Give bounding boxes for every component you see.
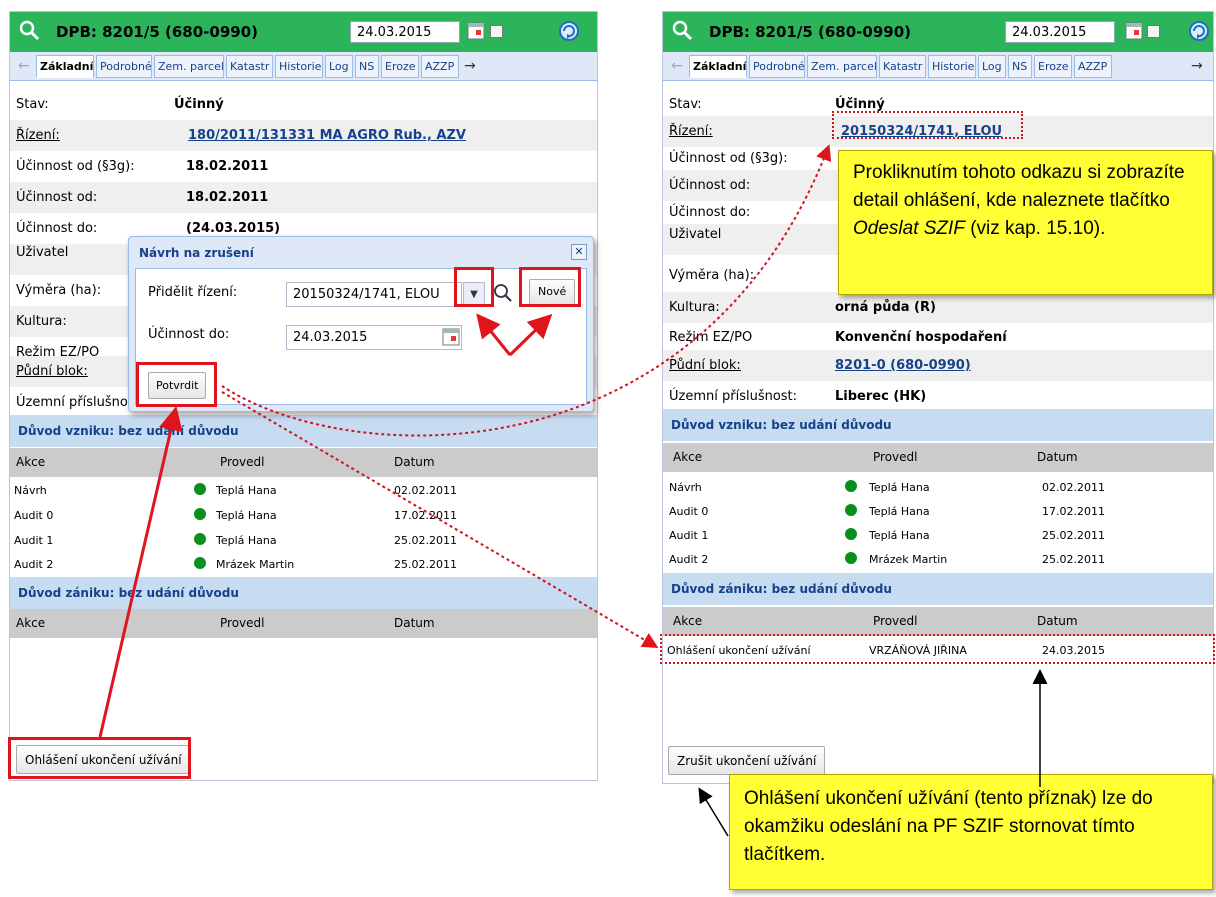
status-dot-icon [194,508,206,520]
tab-bar: ← Základní Podrobné Zem. parcely Katastr… [10,52,597,81]
dialog-title: Návrh na zrušení [139,246,254,260]
tab-podrobne[interactable]: Podrobné [96,55,152,78]
cancel-end-of-use-button[interactable]: Zrušit ukončení užívání [668,746,826,775]
table-header: Akce Provedl Datum [663,443,1213,472]
search-icon[interactable] [671,19,693,41]
close-icon[interactable]: ✕ [571,244,587,260]
calendar-icon[interactable] [467,22,485,40]
table-header: Akce Provedl Datum [10,609,597,638]
date-input[interactable]: 24.03.2015 [1005,21,1115,43]
highlight-dropdown [454,267,494,307]
tab-ns[interactable]: NS [1008,55,1032,78]
tab-azzp[interactable]: AZZP [421,55,459,78]
tab-eroze[interactable]: Eroze [381,55,419,78]
tab-eroze[interactable]: Eroze [1034,55,1072,78]
tab-log[interactable]: Log [978,55,1006,78]
table-row[interactable]: Návrh Teplá Hana 02.02.2011 [663,476,1213,498]
field-uzemni: Územní příslušnost: Liberec (HK) [669,389,927,404]
date-checkbox[interactable] [490,25,503,38]
field-stav: Stav: Účinný [16,97,224,112]
panel-title: DPB: 8201/5 (680-0990) [709,23,911,41]
highlight-zanik-row [660,634,1215,664]
status-dot-icon [845,504,857,516]
table-row[interactable]: Audit 2 Mrázek Martin 25.02.2011 [10,553,597,575]
status-dot-icon [194,533,206,545]
tab-katastr[interactable]: Katastr [879,55,926,78]
highlight-confirm-button [136,362,217,407]
scroll-right-icon[interactable]: → [464,58,476,74]
tab-historie[interactable]: Historie [928,55,976,78]
tab-zakladni[interactable]: Základní [689,55,747,78]
table-row[interactable]: Audit 2 Mrázek Martin 25.02.2011 [663,548,1213,570]
table-header: Akce Provedl Datum [10,448,597,477]
table-header: Akce Provedl Datum [663,607,1213,636]
search-icon[interactable] [18,19,40,41]
calendar-icon[interactable] [442,328,460,346]
callout-note-link: Prokliknutím tohoto odkazu si zobrazíte … [838,150,1213,295]
tab-ns[interactable]: NS [355,55,379,78]
date-checkbox[interactable] [1147,25,1160,38]
tab-zem-parcely[interactable]: Zem. parcely [807,55,877,78]
assign-proceeding-label: Přidělit řízení: [148,285,238,300]
status-dot-icon [845,528,857,540]
search-icon[interactable] [492,282,514,304]
valid-until-label: Účinnost do: [148,327,230,342]
refresh-icon[interactable] [558,20,580,42]
field-kultura: Kultura: orná půda (R) [663,292,1213,323]
field-ucinnost-od: Účinnost od: 18.02.2011 [10,182,597,213]
tab-podrobne[interactable]: Podrobné [749,55,805,78]
section-vznik: Důvod vzniku: bez udání důvodu [10,415,597,447]
status-dot-icon [845,480,857,492]
tab-bar: ← Základní Podrobné Zem. parcely Katastr… [663,52,1213,81]
panel-header: DPB: 8201/5 (680-0990) 24.03.2015 [10,12,597,52]
table-row[interactable]: Audit 0 Teplá Hana 17.02.2011 [663,500,1213,522]
tab-azzp[interactable]: AZZP [1074,55,1112,78]
field-pudni-blok: Půdní blok: 8201-0 (680-0990) [663,350,1213,381]
scroll-right-icon[interactable]: → [1191,58,1203,74]
status-dot-icon [194,557,206,569]
field-ucinnost-3g: Účinnost od (§3g): 18.02.2011 [16,159,269,174]
scroll-left-icon[interactable]: ← [18,58,30,74]
section-zanik: Důvod zániku: bez udání důvodu [10,577,597,609]
calendar-icon[interactable] [1125,22,1143,40]
field-rezim: Režim EZ/PO Konvenční hospodaření [669,330,1007,345]
panel-title: DPB: 8201/5 (680-0990) [56,23,258,41]
rizeni-link[interactable]: 180/2011/131331 MA AGRO Rub., AZV [188,128,466,143]
section-vznik: Důvod vzniku: bez udání důvodu [663,409,1213,441]
pudni-blok-link[interactable]: 8201-0 (680-0990) [835,358,971,373]
tab-log[interactable]: Log [325,55,353,78]
highlight-new-button [519,267,581,307]
panel-header: DPB: 8201/5 (680-0990) 24.03.2015 [663,12,1213,52]
highlight-report-button [8,737,191,779]
tab-zem-parcely[interactable]: Zem. parcely [154,55,224,78]
field-rizeni: Řízení: 180/2011/131331 MA AGRO Rub., AZV [10,120,597,151]
table-row[interactable]: Audit 1 Teplá Hana 25.02.2011 [10,529,597,551]
callout-note-cancel: Ohlášení ukončení užívání (tento příznak… [729,774,1213,890]
scroll-left-icon[interactable]: ← [671,58,683,74]
table-row[interactable]: Návrh Teplá Hana 02.02.2011 [10,479,597,501]
date-input[interactable]: 24.03.2015 [350,21,460,43]
assign-proceeding-select[interactable]: 20150324/1741, ELOU [286,282,462,307]
section-zanik: Důvod zániku: bez udání důvodu [663,573,1213,605]
tab-katastr[interactable]: Katastr [226,55,273,78]
tab-zakladni[interactable]: Základní [36,55,94,78]
tab-historie[interactable]: Historie [275,55,323,78]
highlight-rizeni-link [832,111,1023,139]
status-dot-icon [194,483,206,495]
valid-until-input[interactable]: 24.03.2015 [286,325,462,350]
table-row[interactable]: Audit 0 Teplá Hana 17.02.2011 [10,504,597,526]
status-dot-icon [845,552,857,564]
table-row[interactable]: Audit 1 Teplá Hana 25.02.2011 [663,524,1213,546]
refresh-icon[interactable] [1188,20,1210,42]
